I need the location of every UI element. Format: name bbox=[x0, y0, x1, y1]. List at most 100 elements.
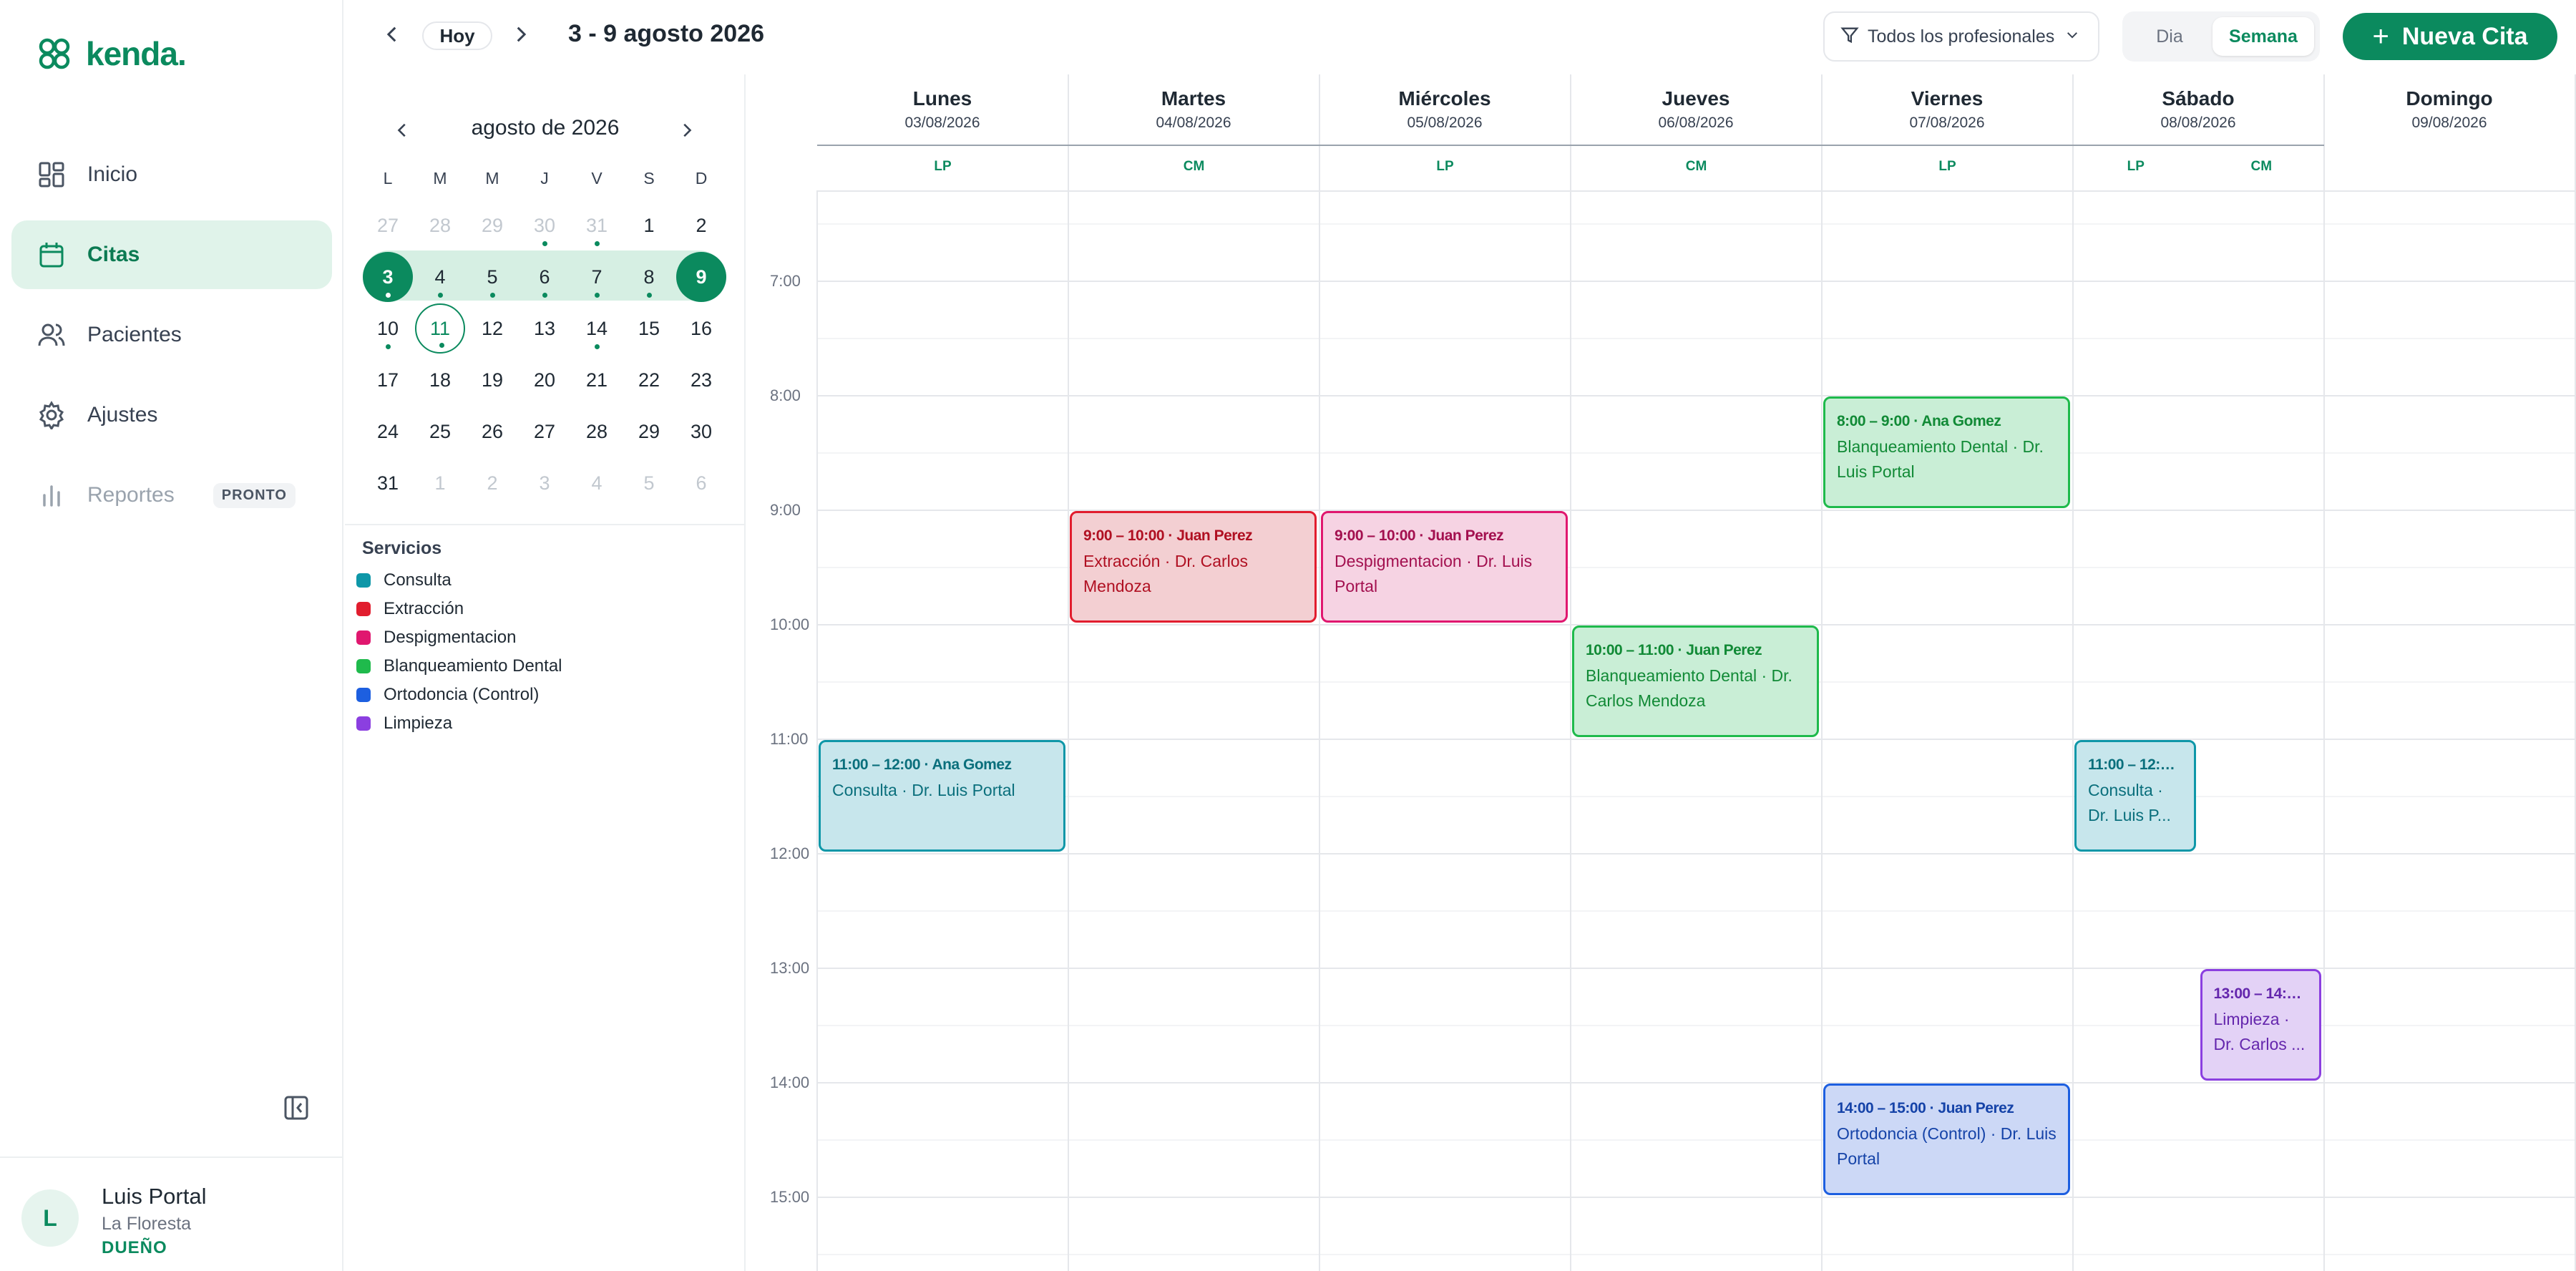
plus-icon: + bbox=[2372, 21, 2389, 52]
calendar-day[interactable]: 6 bbox=[519, 252, 570, 302]
hour-label: 7:00 bbox=[770, 272, 801, 290]
calendar-day[interactable]: 21 bbox=[572, 355, 622, 405]
new-appointment-button[interactable]: + Nueva Cita bbox=[2343, 13, 2557, 60]
calendar-day[interactable]: 8 bbox=[624, 252, 674, 302]
calendar-day[interactable]: 2 bbox=[467, 458, 517, 508]
appointment-time-patient: 11:00 – 12:00... bbox=[2088, 756, 2182, 773]
date-range-title: 3 - 9 agosto 2026 bbox=[568, 20, 765, 47]
day-number: 11 bbox=[429, 317, 451, 339]
hour-label: 11:00 bbox=[770, 730, 809, 748]
calendar-day[interactable]: 5 bbox=[467, 252, 517, 302]
calendar-day[interactable]: 19 bbox=[467, 355, 517, 405]
hour-gridline bbox=[817, 1197, 2576, 1198]
calendar-day[interactable]: 30 bbox=[519, 200, 570, 250]
calendar-day[interactable]: 18 bbox=[415, 355, 465, 405]
calendar-day[interactable]: 16 bbox=[676, 303, 726, 354]
next-week-button[interactable] bbox=[507, 21, 535, 50]
day-name[interactable]: Martes bbox=[1068, 87, 1319, 110]
calendar-day[interactable]: 4 bbox=[572, 458, 622, 508]
appointment-card[interactable]: 8:00 – 9:00 · Ana Gomez Blanqueamiento De… bbox=[1823, 396, 2070, 508]
today-button[interactable]: Hoy bbox=[422, 21, 492, 50]
next-month-button[interactable] bbox=[673, 117, 701, 146]
calendar-day[interactable]: 2 bbox=[676, 200, 726, 250]
calendar-day[interactable]: 5 bbox=[624, 458, 674, 508]
appointment-card[interactable]: 9:00 – 10:00 · Juan Perez Despigmentacion… bbox=[1321, 511, 1568, 623]
calendar-day[interactable]: 1 bbox=[624, 200, 674, 250]
calendar-day[interactable]: 25 bbox=[415, 406, 465, 457]
calendar-day[interactable]: 11 bbox=[415, 303, 465, 354]
user-profile[interactable]: L Luis Portal La Floresta DUEÑO bbox=[0, 1156, 343, 1271]
chevron-left-icon bbox=[380, 22, 404, 50]
nav-item-inicio[interactable]: Inicio bbox=[11, 140, 332, 209]
service-legend-item: Blanqueamiento Dental bbox=[356, 656, 562, 676]
calendar-day[interactable]: 27 bbox=[363, 200, 413, 250]
calendar-day[interactable]: 30 bbox=[676, 406, 726, 457]
brand-logo[interactable]: kenda. bbox=[36, 34, 187, 73]
day-column-divider bbox=[1570, 74, 1571, 1271]
calendar-day[interactable]: 14 bbox=[572, 303, 622, 354]
calendar-day[interactable]: 15 bbox=[624, 303, 674, 354]
calendar-day[interactable]: 31 bbox=[572, 200, 622, 250]
nav-item-ajustes[interactable]: Ajustes bbox=[11, 381, 332, 449]
day-number: 6 bbox=[696, 472, 707, 494]
service-legend-item: Consulta bbox=[356, 570, 452, 590]
view-day-option[interactable]: Dia bbox=[2128, 17, 2211, 56]
day-column-divider bbox=[1821, 74, 1823, 1271]
calendar-day[interactable]: 27 bbox=[519, 406, 570, 457]
weekday-header: M bbox=[485, 169, 499, 188]
calendar-day[interactable]: 26 bbox=[467, 406, 517, 457]
view-week-option[interactable]: Semana bbox=[2212, 17, 2314, 56]
calendar-day[interactable]: 22 bbox=[624, 355, 674, 405]
day-number: 22 bbox=[638, 369, 660, 391]
calendar-day[interactable]: 29 bbox=[624, 406, 674, 457]
half-hour-gridline bbox=[817, 223, 2576, 225]
calendar-day[interactable]: 1 bbox=[415, 458, 465, 508]
appointment-dot bbox=[438, 293, 443, 298]
prev-week-button[interactable] bbox=[378, 21, 406, 50]
day-number: 10 bbox=[376, 317, 399, 339]
weekday-header: D bbox=[695, 169, 708, 188]
calendar-day[interactable]: 23 bbox=[676, 355, 726, 405]
day-number: 15 bbox=[638, 317, 660, 339]
week-grid: 6:007:008:009:0010:0011:0012:0013:0014:0… bbox=[746, 74, 2576, 1271]
calendar-day[interactable]: 24 bbox=[363, 406, 413, 457]
calendar-day[interactable]: 28 bbox=[572, 406, 622, 457]
day-number: 31 bbox=[585, 214, 608, 236]
day-name[interactable]: Sábado bbox=[2073, 87, 2323, 110]
day-name[interactable]: Viernes bbox=[1822, 87, 2072, 110]
calendar-day[interactable]: 7 bbox=[572, 252, 622, 302]
calendar-day[interactable]: 29 bbox=[467, 200, 517, 250]
day-number: 30 bbox=[690, 420, 713, 442]
calendar-day[interactable]: 10 bbox=[363, 303, 413, 354]
hour-gridline bbox=[817, 739, 2576, 740]
appointment-card[interactable]: 9:00 – 10:00 · Juan Perez Extracción · Dr… bbox=[1070, 511, 1317, 623]
day-name[interactable]: Lunes bbox=[817, 87, 1068, 110]
calendar-day[interactable]: 9 bbox=[676, 252, 726, 302]
calendar-day[interactable]: 17 bbox=[363, 355, 413, 405]
day-column-divider bbox=[816, 74, 818, 1271]
professional-filter[interactable]: Todos los profesionales bbox=[1823, 11, 2099, 62]
nav-item-reportes: Reportes PRONTO bbox=[11, 461, 332, 530]
nav-item-pacientes[interactable]: Pacientes bbox=[11, 301, 332, 369]
calendar-day[interactable]: 4 bbox=[415, 252, 465, 302]
day-number: 9 bbox=[696, 266, 707, 288]
day-name[interactable]: Miércoles bbox=[1319, 87, 1570, 110]
appointment-card[interactable]: 11:00 – 12:00 · Ana Gomez Consulta · Dr. … bbox=[819, 740, 1065, 852]
appointment-dot bbox=[595, 344, 600, 349]
calendar-day[interactable]: 6 bbox=[676, 458, 726, 508]
calendar-day[interactable]: 12 bbox=[467, 303, 517, 354]
appointment-card[interactable]: 13:00 – 14:00... Limpieza · Dr. Carlos ..… bbox=[2200, 969, 2321, 1081]
calendar-day[interactable]: 3 bbox=[363, 252, 413, 302]
calendar-day[interactable]: 28 bbox=[415, 200, 465, 250]
day-name[interactable]: Domingo bbox=[2324, 87, 2575, 110]
appointment-card[interactable]: 10:00 – 11:00 · Juan Perez Blanqueamiento… bbox=[1572, 625, 1819, 737]
appointment-card[interactable]: 14:00 – 15:00 · Juan Perez Ortodoncia (Co… bbox=[1823, 1083, 2070, 1195]
calendar-day[interactable]: 20 bbox=[519, 355, 570, 405]
appointment-card[interactable]: 11:00 – 12:00... Consulta · Dr. Luis P... bbox=[2074, 740, 2196, 852]
collapse-sidebar-button[interactable] bbox=[282, 1095, 311, 1124]
nav-item-citas[interactable]: Citas bbox=[11, 220, 332, 289]
day-name[interactable]: Jueves bbox=[1571, 87, 1821, 110]
calendar-day[interactable]: 31 bbox=[363, 458, 413, 508]
calendar-day[interactable]: 3 bbox=[519, 458, 570, 508]
calendar-day[interactable]: 13 bbox=[519, 303, 570, 354]
